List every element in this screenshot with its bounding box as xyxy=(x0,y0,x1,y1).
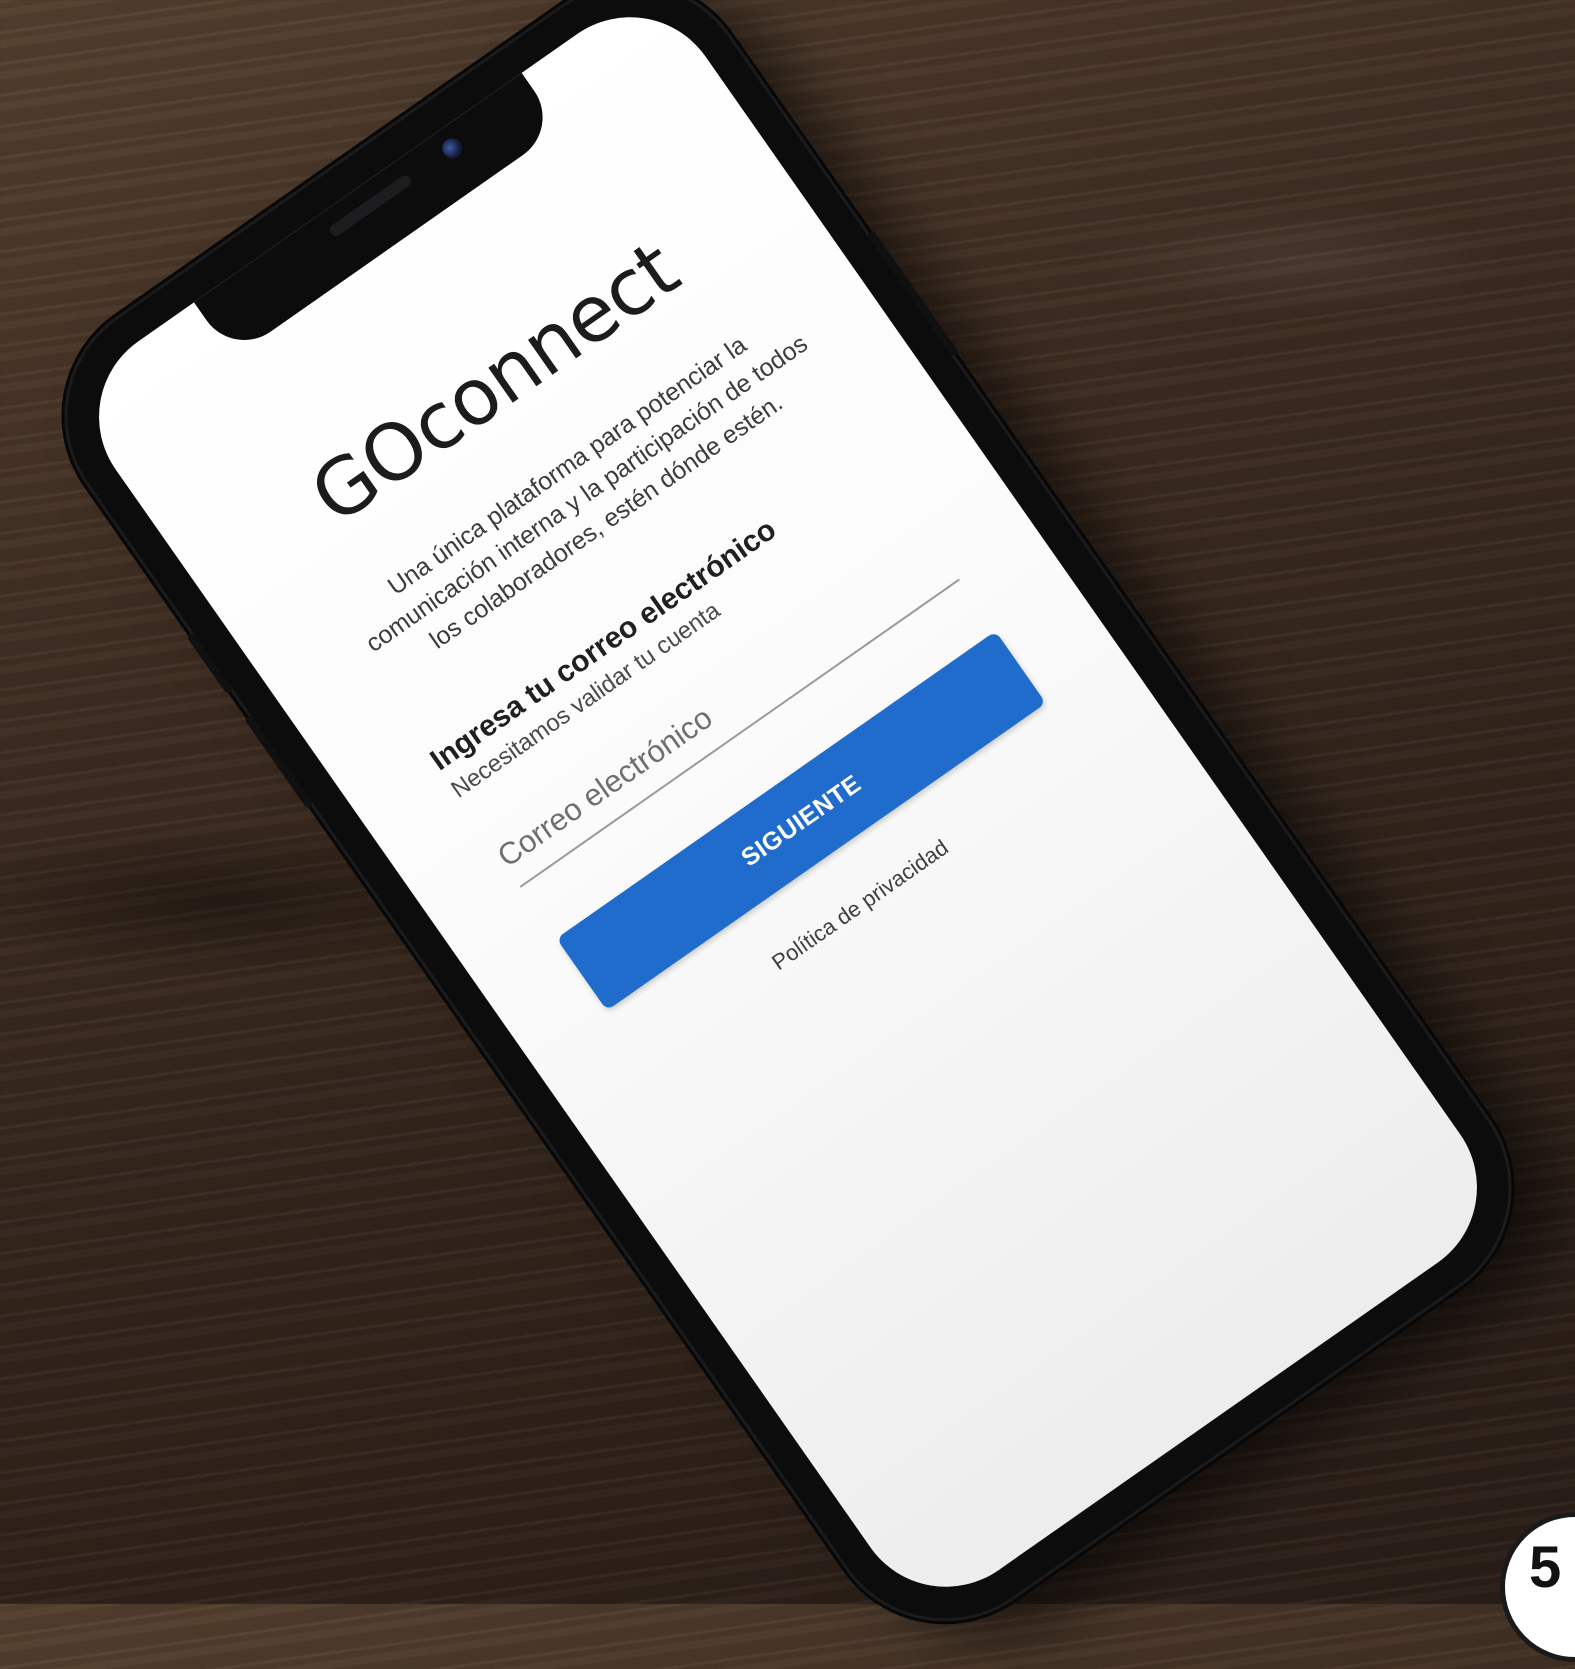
notch xyxy=(192,71,561,359)
speaker-grille xyxy=(327,173,413,239)
phone-screen: GOconnect Una única plataforma para pote… xyxy=(62,0,1513,1623)
page-number-badge: 5 xyxy=(1500,1512,1575,1662)
mute-switch xyxy=(186,632,233,695)
phone-device: GOconnect Una única plataforma para pote… xyxy=(20,0,1555,1665)
front-camera-icon xyxy=(437,134,466,163)
page-number: 5 xyxy=(1529,1535,1562,1600)
